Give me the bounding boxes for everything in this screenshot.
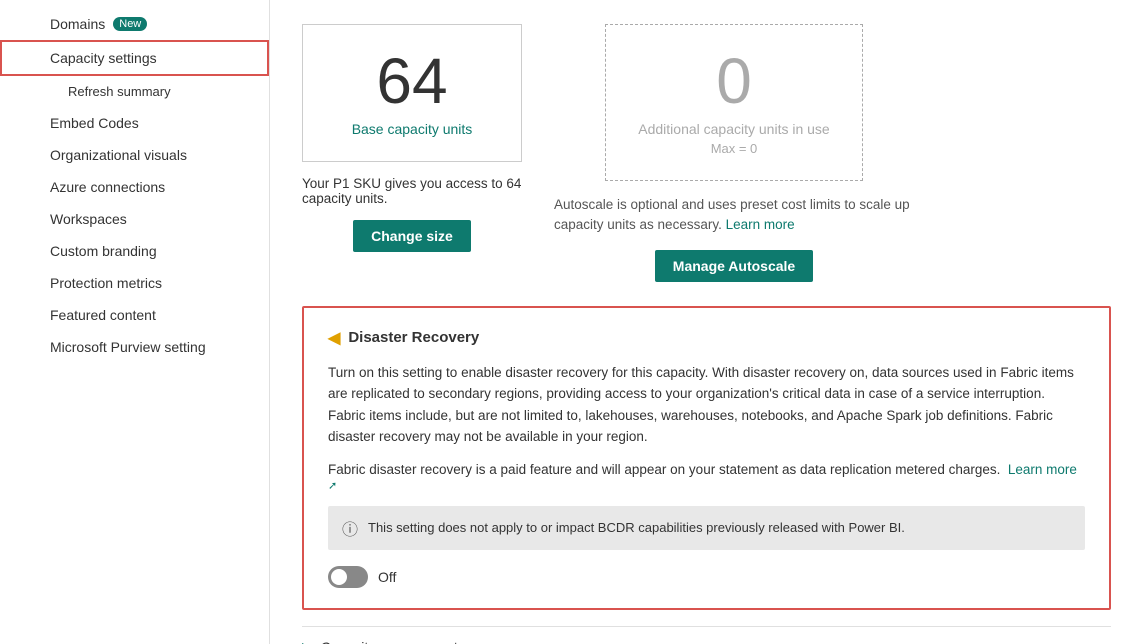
sidebar-item-microsoft-purview[interactable]: Microsoft Purview setting: [0, 331, 269, 363]
warning-triangle-icon: ◀: [328, 328, 340, 348]
sidebar-item-protection-metrics[interactable]: Protection metrics: [0, 267, 269, 299]
toggle-thumb: [331, 569, 347, 585]
disaster-recovery-toggle-row: Off: [328, 566, 1085, 588]
external-link-icon: ➚: [328, 480, 337, 492]
sidebar-item-organizational-visuals[interactable]: Organizational visuals: [0, 139, 269, 171]
base-capacity-col: 64 Base capacity units Your P1 SKU gives…: [302, 24, 522, 252]
capacity-usage-report-row[interactable]: ▶ Capacity usage report: [302, 626, 1111, 644]
base-capacity-number: 64: [335, 49, 489, 113]
featured-content-label: Featured content: [50, 307, 156, 323]
sidebar-item-featured-content[interactable]: Featured content: [0, 299, 269, 331]
new-badge: New: [113, 17, 147, 31]
info-circle-icon: ⓘ: [342, 516, 358, 540]
change-size-button[interactable]: Change size: [353, 220, 471, 252]
main-content: 64 Base capacity units Your P1 SKU gives…: [270, 0, 1143, 644]
manage-autoscale-button[interactable]: Manage Autoscale: [655, 250, 813, 282]
custom-branding-label: Custom branding: [50, 243, 157, 259]
disaster-recovery-heading: Disaster Recovery: [348, 329, 479, 346]
toggle-off-label: Off: [378, 569, 396, 585]
azure-connections-label: Azure connections: [50, 179, 165, 195]
sidebar-item-custom-branding[interactable]: Custom branding: [0, 235, 269, 267]
additional-capacity-label: Additional capacity units in use: [638, 121, 829, 137]
sidebar: Domains New Capacity settings Refresh su…: [0, 0, 270, 644]
chevron-right-icon: ▶: [302, 639, 313, 644]
capacity-cards-row: 64 Base capacity units Your P1 SKU gives…: [302, 24, 1111, 282]
toggle-track[interactable]: [328, 566, 368, 588]
bcdr-info-text: This setting does not apply to or impact…: [368, 520, 905, 535]
sidebar-item-capacity-settings[interactable]: Capacity settings: [0, 40, 269, 76]
domains-label: Domains: [50, 16, 105, 32]
organizational-visuals-label: Organizational visuals: [50, 147, 187, 163]
additional-capacity-number: 0: [638, 49, 829, 113]
protection-metrics-label: Protection metrics: [50, 275, 162, 291]
autoscale-learn-more-link[interactable]: Learn more: [726, 217, 795, 232]
capacity-usage-report-label: Capacity usage report: [321, 639, 458, 644]
additional-capacity-card: 0 Additional capacity units in use Max =…: [605, 24, 862, 181]
sidebar-item-embed-codes[interactable]: Embed Codes: [0, 107, 269, 139]
additional-capacity-sub: Max = 0: [638, 141, 829, 156]
disaster-learn-more-link[interactable]: Learn more: [1008, 462, 1077, 477]
workspaces-label: Workspaces: [50, 211, 127, 227]
sidebar-item-azure-connections[interactable]: Azure connections: [0, 171, 269, 203]
base-capacity-label: Base capacity units: [335, 121, 489, 137]
disaster-recovery-section: ◀ Disaster Recovery Turn on this setting…: [302, 306, 1111, 610]
refresh-summary-label: Refresh summary: [68, 84, 171, 99]
sidebar-item-domains[interactable]: Domains New: [0, 8, 269, 40]
sidebar-item-refresh-summary[interactable]: Refresh summary: [0, 76, 269, 107]
disaster-recovery-title: ◀ Disaster Recovery: [328, 328, 1085, 348]
disaster-recovery-paid-text: Fabric disaster recovery is a paid featu…: [328, 462, 1085, 492]
sku-text: Your P1 SKU gives you access to 64 capac…: [302, 176, 521, 206]
additional-capacity-col: 0 Additional capacity units in use Max =…: [554, 24, 914, 282]
sidebar-item-workspaces[interactable]: Workspaces: [0, 203, 269, 235]
base-capacity-card: 64 Base capacity units: [302, 24, 522, 162]
disaster-recovery-description: Turn on this setting to enable disaster …: [328, 362, 1085, 448]
bcdr-info-box: ⓘ This setting does not apply to or impa…: [328, 506, 1085, 550]
embed-codes-label: Embed Codes: [50, 115, 139, 131]
microsoft-purview-label: Microsoft Purview setting: [50, 339, 206, 355]
capacity-settings-label: Capacity settings: [50, 50, 157, 66]
disaster-recovery-toggle[interactable]: [328, 566, 368, 588]
